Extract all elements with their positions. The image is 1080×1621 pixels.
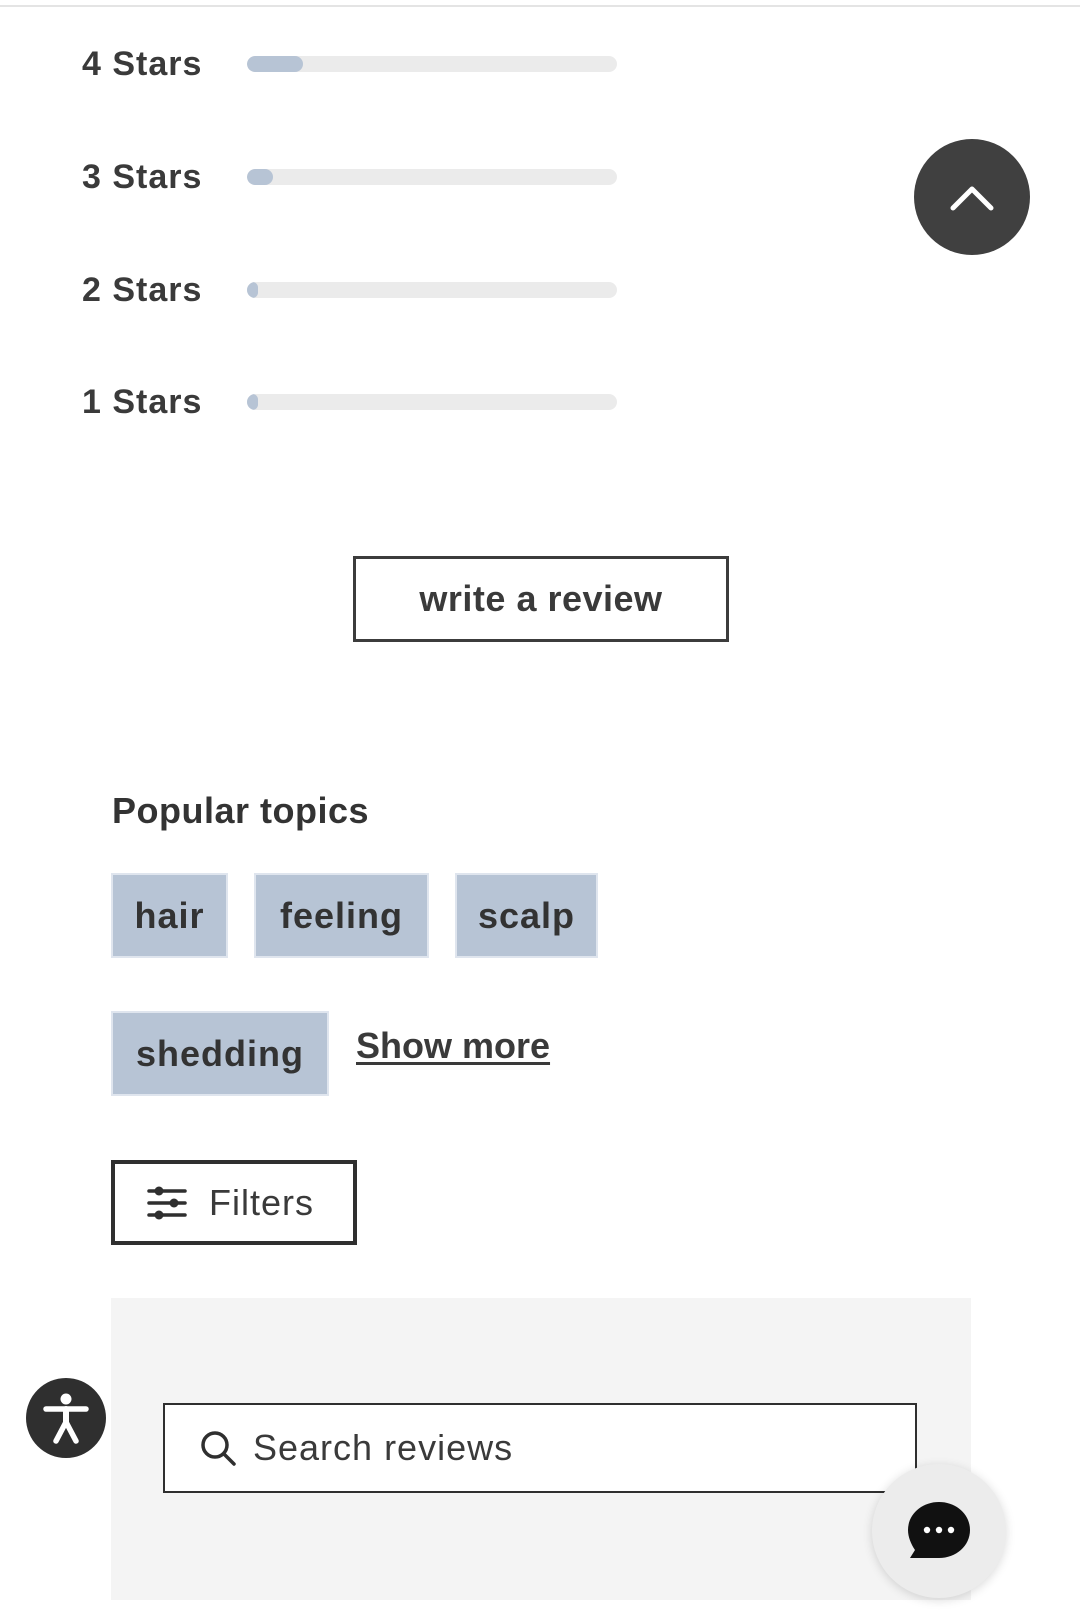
rating-bar-fill [247,169,273,185]
chat-bubble-icon [908,1502,970,1558]
rating-row-2[interactable]: 2 Stars [82,265,622,315]
rating-row-4[interactable]: 4 Stars [82,39,622,89]
rating-bar-fill [247,282,259,298]
accessibility-icon [43,1393,89,1444]
rating-row-1[interactable]: 1 Stars [82,377,622,427]
rating-label: 2 Stars [82,270,203,309]
rating-row-3[interactable]: 3 Stars [82,152,622,202]
rating-bar [247,282,617,298]
topic-chip-scalp[interactable]: scalp [455,873,598,958]
search-panel [111,1298,971,1600]
rating-bar [247,394,617,410]
rating-bar-fill [247,56,303,72]
topic-chip-shedding[interactable]: shedding [111,1011,329,1096]
accessibility-button[interactable] [26,1378,106,1458]
search-input[interactable] [253,1427,853,1469]
search-box[interactable] [163,1403,917,1493]
rating-label: 4 Stars [82,44,203,83]
rating-bar-fill [247,394,259,410]
topic-chip-hair[interactable]: hair [111,873,228,958]
rating-label: 1 Stars [82,382,203,421]
write-review-button[interactable]: write a review [353,556,729,642]
rating-label: 3 Stars [82,157,203,196]
rating-bar [247,56,617,72]
topic-chip-feeling[interactable]: feeling [254,873,429,958]
popular-topics-title: Popular topics [112,790,370,831]
chat-launcher-button[interactable] [872,1464,1006,1598]
search-icon [201,1431,236,1466]
filters-button[interactable]: Filters [111,1160,357,1245]
rating-bar [247,169,617,185]
sliders-icon [147,1186,187,1219]
back-to-top-button[interactable] [914,139,1030,255]
show-more-link[interactable]: Show more [356,1025,550,1067]
filters-label: Filters [209,1181,314,1223]
top-divider [0,5,1080,7]
chevron-up-icon [950,186,994,211]
